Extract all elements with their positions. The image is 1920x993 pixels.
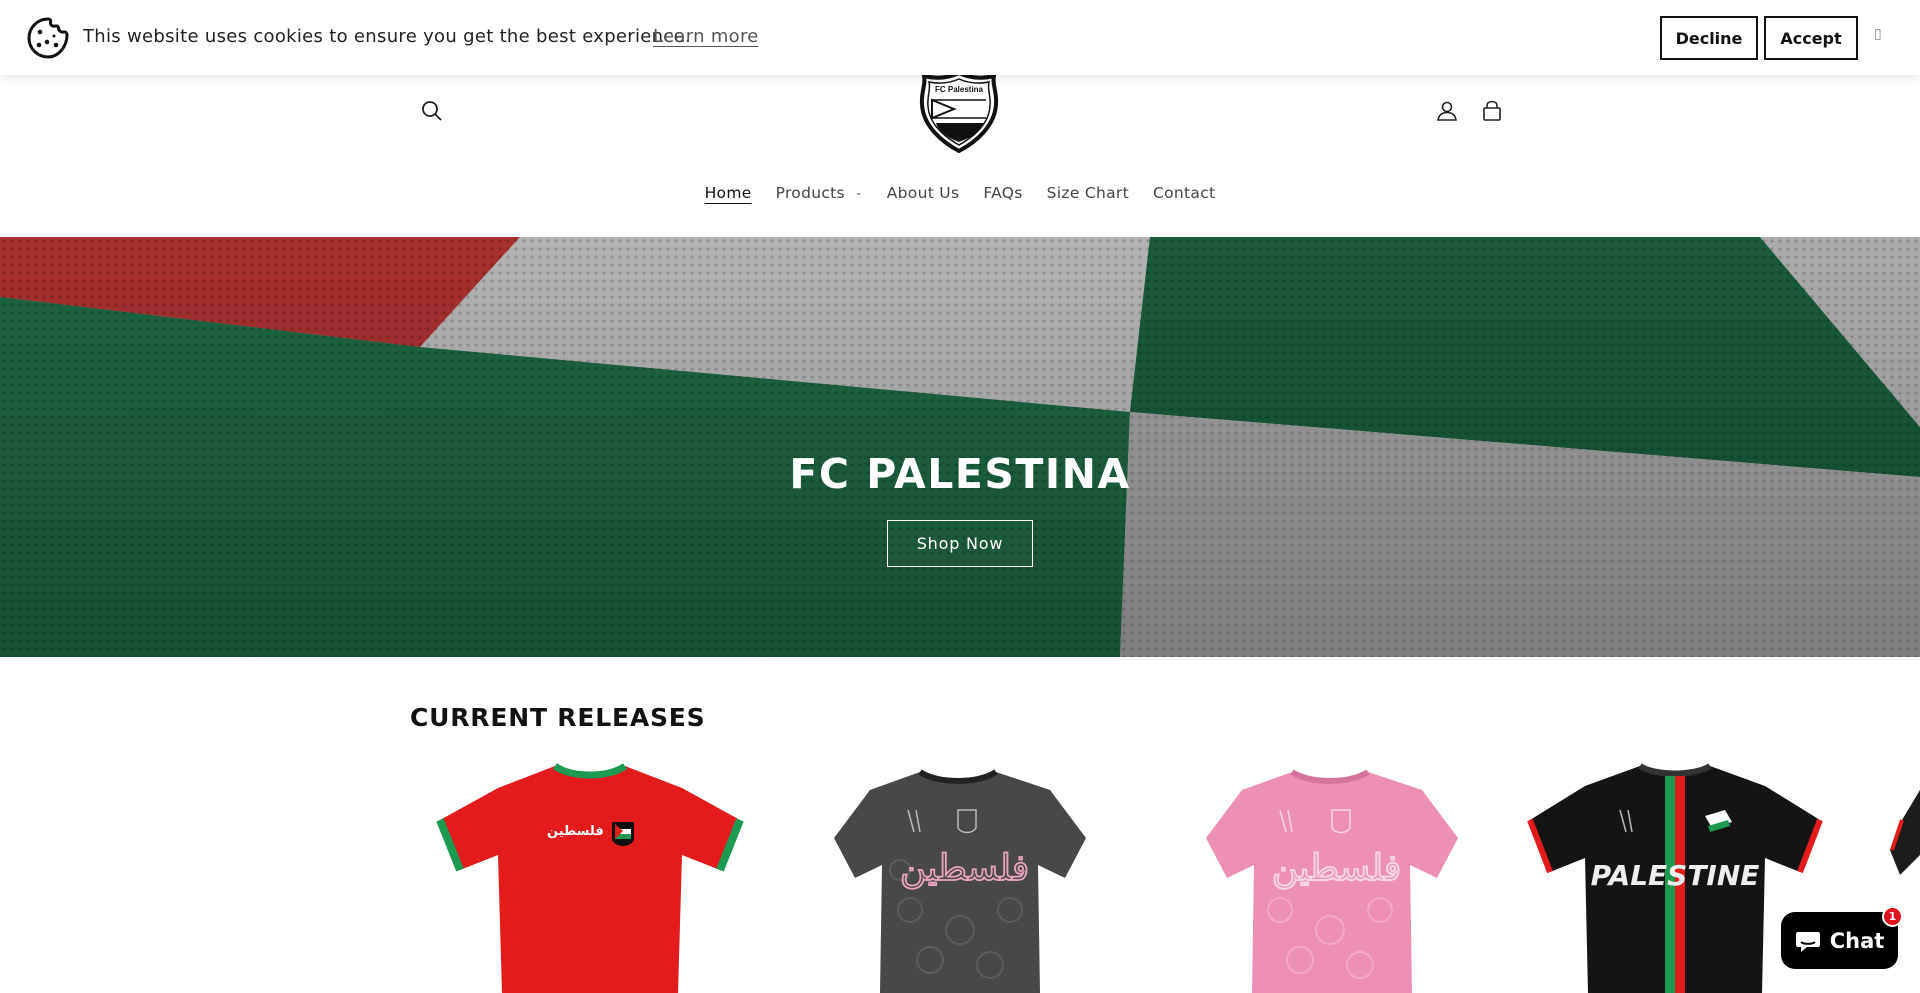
product-card[interactable]: فلسطين bbox=[1160, 760, 1500, 993]
cookie-message: This website uses cookies to ensure you … bbox=[83, 26, 691, 47]
nav-faqs-label: FAQs bbox=[983, 184, 1023, 202]
chat-button[interactable]: Chat bbox=[1781, 912, 1898, 969]
accept-button[interactable]: Accept bbox=[1764, 16, 1858, 60]
main-navigation: Home Products ⌄ About Us FAQs Size Chart … bbox=[0, 184, 1920, 202]
product-image: فلسطين bbox=[834, 769, 1086, 993]
account-icon[interactable] bbox=[1431, 95, 1463, 127]
product-text: PALESTINE bbox=[1591, 859, 1760, 892]
cart-icon[interactable] bbox=[1476, 95, 1508, 127]
chat-badge: 1 bbox=[1882, 906, 1903, 927]
chat-label: Chat bbox=[1829, 928, 1885, 953]
product-card[interactable]: فلسطين bbox=[790, 760, 1130, 993]
chat-icon bbox=[1795, 931, 1820, 952]
nav-contact[interactable]: Contact bbox=[1141, 184, 1227, 202]
nav-about-label: About Us bbox=[886, 184, 960, 202]
learn-more-link[interactable]: Learn more bbox=[653, 26, 759, 47]
nav-size-chart[interactable]: Size Chart bbox=[1035, 184, 1141, 202]
nav-size-chart-label: Size Chart bbox=[1046, 184, 1129, 202]
chevron-down-icon: ⌄ bbox=[854, 188, 863, 198]
hero-title: FC PALESTINA bbox=[789, 450, 1131, 498]
nav-contact-label: Contact bbox=[1152, 184, 1216, 202]
nav-home-label: Home bbox=[704, 184, 752, 202]
hero-fabric-image bbox=[0, 237, 1920, 657]
product-image: فلسطين bbox=[1206, 769, 1458, 993]
search-icon[interactable] bbox=[416, 95, 448, 127]
section-title: CURRENT RELEASES bbox=[410, 703, 706, 732]
nav-products-label: Products bbox=[775, 184, 845, 202]
hero-banner bbox=[0, 237, 1920, 657]
cookie-banner: This website uses cookies to ensure you … bbox=[0, 0, 1920, 75]
logo-text: FC Palestina bbox=[935, 85, 984, 94]
product-card[interactable]: فلسطين bbox=[420, 760, 760, 993]
close-icon[interactable]: ▯ bbox=[1874, 26, 1882, 42]
product-text: فلسطين bbox=[1272, 848, 1401, 889]
nav-products[interactable]: Products ⌄ bbox=[764, 184, 875, 202]
product-text: فلسطين bbox=[547, 824, 604, 839]
product-image: فلسطين bbox=[436, 763, 744, 993]
logo[interactable]: FC Palestina bbox=[918, 70, 1000, 154]
nav-home[interactable]: Home bbox=[693, 184, 764, 202]
nav-faqs[interactable]: FAQs bbox=[971, 184, 1034, 202]
cookie-icon bbox=[27, 17, 69, 59]
product-text: فلسطين bbox=[900, 848, 1029, 889]
shop-now-button[interactable]: Shop Now bbox=[887, 520, 1033, 567]
decline-button[interactable]: Decline bbox=[1660, 16, 1758, 60]
nav-about-us[interactable]: About Us bbox=[875, 184, 972, 202]
